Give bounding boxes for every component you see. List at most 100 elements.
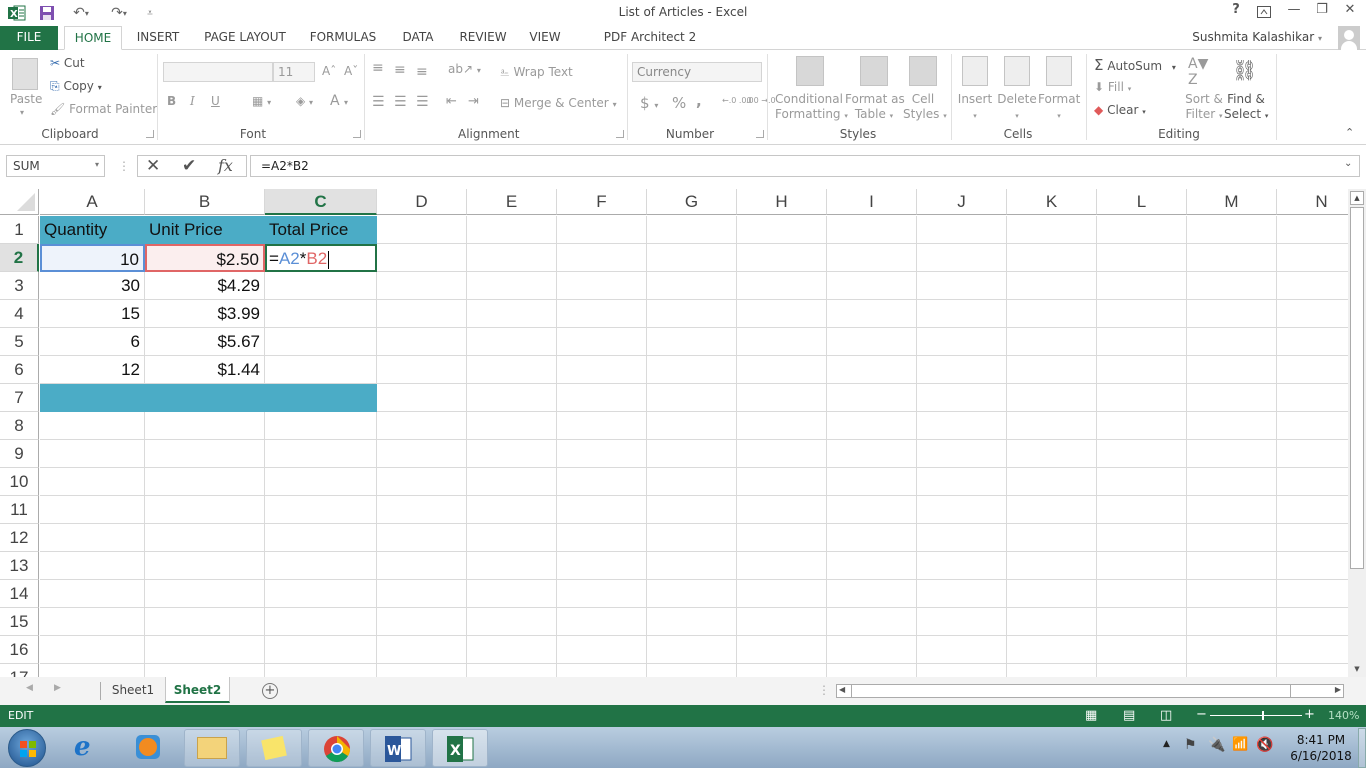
row-header-2[interactable]: 2 (0, 244, 39, 272)
column-header-G[interactable]: G (647, 189, 737, 215)
delete-cells-button[interactable]: Delete ▾ (997, 92, 1037, 124)
zoom-level[interactable]: 140% (1328, 709, 1359, 722)
column-header-D[interactable]: D (377, 189, 467, 215)
cell-A6[interactable]: 12 (40, 356, 145, 384)
autosum-button[interactable]: Σ AutoSum ▾ (1094, 56, 1176, 74)
cell-C2-active[interactable]: =A2*B2 (265, 244, 377, 272)
new-sheet-icon[interactable]: + (262, 683, 278, 699)
internet-explorer-icon[interactable]: e (74, 732, 91, 762)
power-icon[interactable]: 🔌 (1208, 737, 1225, 753)
column-header-H[interactable]: H (737, 189, 827, 215)
tab-home[interactable]: HOME (64, 26, 122, 50)
formula-input[interactable]: =A2*B2 (250, 155, 1360, 177)
page-layout-view-button[interactable]: ▤ (1123, 708, 1135, 723)
column-header-I[interactable]: I (827, 189, 917, 215)
cell-A1[interactable]: Quantity (40, 216, 145, 244)
align-top-button[interactable]: ≡ (372, 60, 384, 76)
row-header-9[interactable]: 9 (0, 440, 39, 468)
insert-function-icon[interactable]: fx (218, 156, 233, 175)
zoom-slider-thumb[interactable] (1262, 711, 1265, 720)
prev-sheet-icon[interactable]: ◀ (26, 683, 33, 693)
next-sheet-icon[interactable]: ▶ (54, 683, 61, 693)
percent-button[interactable]: % (672, 94, 686, 112)
column-header-E[interactable]: E (467, 189, 557, 215)
borders-button[interactable]: ▦ ▾ (252, 94, 271, 108)
tab-data[interactable]: DATA (394, 26, 442, 50)
sheet-tab-sheet1[interactable]: Sheet1 (102, 677, 164, 703)
cell-A5[interactable]: 6 (40, 328, 145, 356)
cell-styles-button[interactable]: Cell Styles ▾ (903, 92, 947, 124)
vertical-scroll-thumb[interactable] (1350, 207, 1364, 569)
file-explorer-taskbar[interactable] (184, 729, 240, 767)
column-header-N[interactable]: N (1277, 189, 1348, 215)
name-box[interactable]: SUM ▾ (6, 155, 105, 177)
collapse-ribbon-button[interactable]: ⌃ (1345, 126, 1354, 139)
font-name-combo[interactable] (163, 62, 273, 82)
cell-A4[interactable]: 15 (40, 300, 145, 328)
scroll-down-button[interactable]: ▼ (1350, 665, 1364, 677)
row-header-12[interactable]: 12 (0, 524, 39, 552)
find-select-button[interactable]: Find & Select ▾ (1224, 92, 1268, 124)
tab-insert[interactable]: INSERT (130, 26, 186, 50)
chrome-taskbar[interactable] (308, 729, 364, 767)
decrease-decimal-button[interactable]: .00 →.0 (746, 96, 776, 105)
italic-button[interactable]: I (190, 94, 195, 108)
column-header-A[interactable]: A (40, 189, 145, 215)
format-painter-button[interactable]: 🖌 Format Painter (50, 102, 157, 116)
align-left-button[interactable]: ☰ (372, 94, 385, 110)
cell-B6[interactable]: $1.44 (145, 356, 265, 384)
sort-filter-button[interactable]: Sort & Filter ▾ (1184, 92, 1224, 124)
wrap-text-button[interactable]: ⎁ Wrap Text (500, 65, 573, 80)
row-header-7[interactable]: 7 (0, 384, 39, 412)
minimize-button[interactable]: — (1280, 2, 1308, 22)
row-header-3[interactable]: 3 (0, 272, 39, 300)
decrease-indent-button[interactable]: ⇤ (446, 94, 457, 109)
cell-A2[interactable]: 10 (40, 244, 145, 272)
horizontal-scrollbar[interactable]: ◀ ▶ (836, 684, 1344, 698)
align-center-button[interactable]: ☰ (394, 94, 407, 110)
media-player-icon[interactable] (136, 735, 160, 759)
font-launcher-icon[interactable] (353, 130, 361, 138)
column-header-L[interactable]: L (1097, 189, 1187, 215)
clear-button[interactable]: ◆ Clear ▾ (1094, 103, 1146, 117)
start-button[interactable] (8, 729, 46, 767)
column-header-J[interactable]: J (917, 189, 1007, 215)
row-header-5[interactable]: 5 (0, 328, 39, 356)
format-as-table-button[interactable]: Format as Table ▾ (845, 92, 905, 124)
cell-A3[interactable]: 30 (40, 272, 145, 300)
row-header-16[interactable]: 16 (0, 636, 39, 664)
row-header-11[interactable]: 11 (0, 496, 39, 524)
ribbon-display-options-button[interactable] (1250, 2, 1278, 22)
tab-split-grip[interactable]: ⋮ (818, 683, 830, 697)
scroll-right-button[interactable]: ▶ (1335, 685, 1341, 694)
column-header-B[interactable]: B (145, 189, 265, 215)
row-header-15[interactable]: 15 (0, 608, 39, 636)
page-break-view-button[interactable]: ◫ (1160, 708, 1172, 723)
sheet-tab-sheet2[interactable]: Sheet2 (165, 677, 230, 703)
close-button[interactable]: ✕ (1336, 2, 1364, 22)
row-header-1[interactable]: 1 (0, 216, 39, 244)
show-hidden-icons[interactable]: ▲ (1163, 739, 1170, 749)
row-header-8[interactable]: 8 (0, 412, 39, 440)
zoom-in-button[interactable]: + (1304, 707, 1315, 722)
select-all-button[interactable] (0, 189, 39, 215)
cell-B4[interactable]: $3.99 (145, 300, 265, 328)
network-icon[interactable]: 📶 (1232, 737, 1248, 752)
column-header-K[interactable]: K (1007, 189, 1097, 215)
currency-button[interactable]: $ ▾ (640, 94, 658, 112)
merge-center-button[interactable]: ⊟ Merge & Center ▾ (500, 96, 617, 110)
zoom-slider[interactable] (1210, 715, 1302, 716)
cell-B5[interactable]: $5.67 (145, 328, 265, 356)
cell-B1[interactable]: Unit Price (145, 216, 265, 244)
copy-button[interactable]: ⎘ Copy ▾ (50, 79, 102, 94)
cancel-icon[interactable]: ✕ (146, 156, 160, 176)
clipboard-launcher-icon[interactable] (146, 130, 154, 138)
align-bottom-button[interactable]: ≡ (416, 64, 428, 80)
formula-bar-grip[interactable]: ⋮ (118, 159, 130, 173)
normal-view-button[interactable]: ▦ (1085, 708, 1097, 723)
tab-review[interactable]: REVIEW (454, 26, 512, 50)
shrink-font-button[interactable]: Aˇ (344, 64, 358, 78)
column-header-F[interactable]: F (557, 189, 647, 215)
row-header-14[interactable]: 14 (0, 580, 39, 608)
chevron-down-icon[interactable]: ▾ (95, 160, 99, 169)
